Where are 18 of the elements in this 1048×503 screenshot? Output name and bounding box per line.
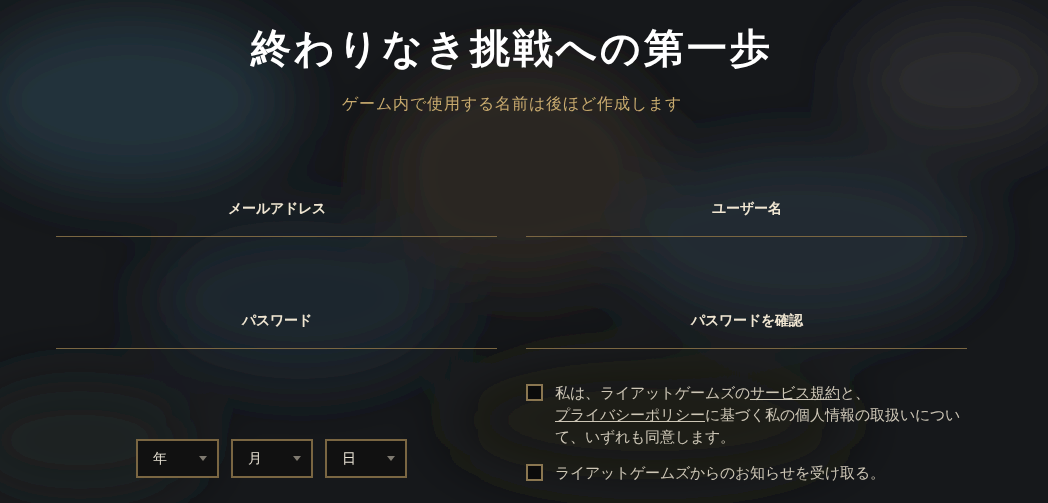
terms-link[interactable]: サービス規約 bbox=[750, 385, 840, 401]
date-select[interactable]: 日 bbox=[325, 438, 407, 478]
caret-icon bbox=[387, 455, 395, 461]
input-field[interactable]: メールアドレス bbox=[56, 187, 497, 237]
subtitle: ゲーム内で使用する名前は後ほど作成します bbox=[340, 93, 683, 115]
checkbox-label: ライアットゲームズからのお知らせを受け取る。 bbox=[555, 464, 886, 483]
input-field[interactable]: ユーザー名 bbox=[526, 187, 967, 237]
caret-icon bbox=[199, 455, 207, 461]
checkbox[interactable] bbox=[526, 384, 543, 401]
page-title: 終わりなき挑戦への第一歩 bbox=[249, 24, 774, 73]
date-select[interactable]: 月 bbox=[231, 438, 313, 478]
date-select[interactable]: 年 bbox=[136, 438, 219, 478]
checkbox[interactable] bbox=[526, 464, 543, 481]
terms-link[interactable]: プライバシーポリシー bbox=[555, 407, 705, 423]
checkbox-label: 私は、ライアットゲームズのサービス規約 と、 プライバシーポリシーに基づく私の個人情報の取扱いについて、いずれも同意します。 bbox=[555, 384, 961, 447]
input-field[interactable]: パスワード bbox=[56, 299, 497, 349]
input-field[interactable]: パスワードを確認 bbox=[526, 299, 967, 349]
caret-icon bbox=[293, 455, 301, 461]
